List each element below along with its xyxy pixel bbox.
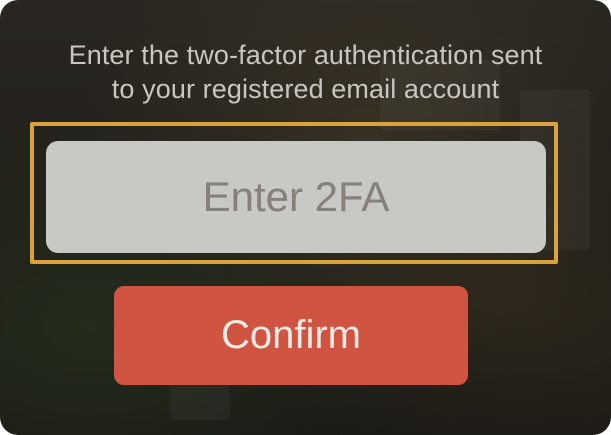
two-factor-dialog: Enter the two-factor authentication sent… — [0, 0, 611, 435]
instruction-line-1: Enter the two-factor authentication sent — [68, 40, 543, 70]
instruction-line-2: to your registered email account — [111, 74, 500, 104]
instruction-message: Enter the two-factor authentication sent… — [0, 38, 611, 106]
confirm-button[interactable]: Confirm — [114, 286, 468, 385]
two-factor-code-input[interactable] — [46, 141, 546, 253]
